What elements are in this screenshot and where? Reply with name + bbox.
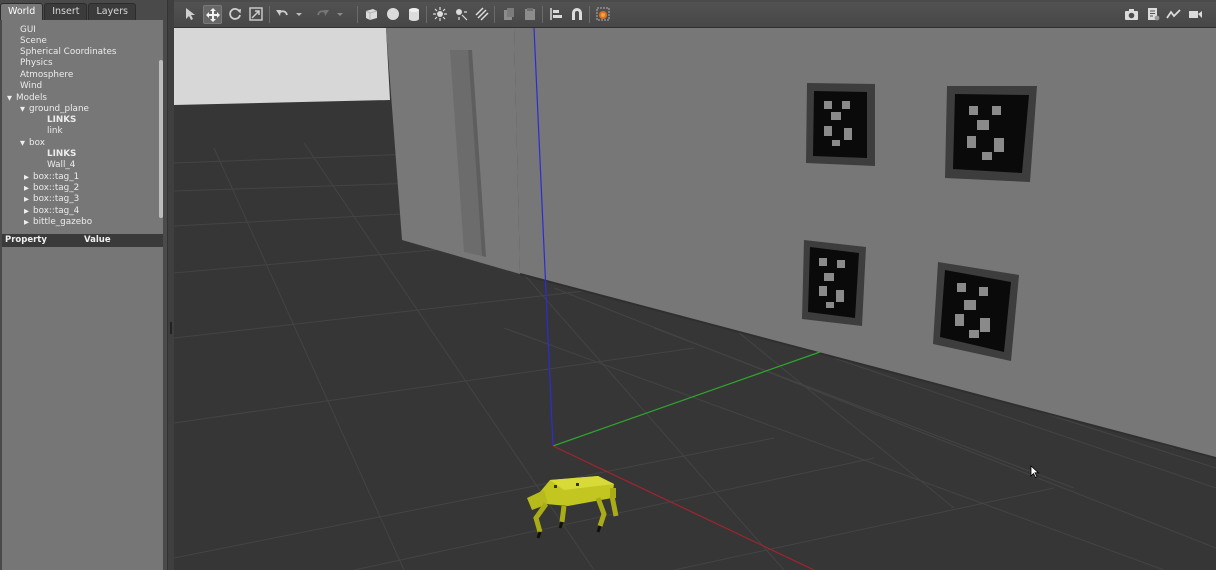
redo-dropdown-icon[interactable] [335,5,345,23]
tree-item-label: LINKS [47,115,77,125]
tree-item-label: Models [16,93,47,103]
tree-item-link[interactable]: link [47,126,63,137]
point-light-icon[interactable] [452,5,470,23]
tree-item-label: box::tag_2 [33,183,80,193]
tree-item-physics[interactable]: Physics [20,58,53,69]
tree-item-tag-3[interactable]: ▶ box::tag_3 [24,194,79,205]
log-icon[interactable] [1144,5,1162,23]
tree-item-atmosphere[interactable]: Atmosphere [20,70,73,81]
expanded-arrow-icon[interactable]: ▼ [7,93,16,104]
paste-icon[interactable] [521,5,539,23]
tree-item-spherical-coordinates[interactable]: Spherical Coordinates [20,47,117,58]
scale-icon[interactable] [247,5,265,23]
tree-item-gui[interactable]: GUI [20,25,36,36]
plot-icon[interactable] [1164,5,1182,23]
tree-item-label: Wall_4 [47,160,76,170]
sphere-shape-icon[interactable] [384,5,402,23]
sky-backdrop [174,28,390,105]
scene-viewport[interactable] [174,28,1216,570]
toolbar-separator [357,6,358,23]
panel-splitter[interactable] [167,0,174,570]
tree-item-wind[interactable]: Wind [20,81,42,92]
tree-item-tag-2[interactable]: ▶ box::tag_2 [24,183,79,194]
undo-icon[interactable] [273,5,291,23]
rotate-icon[interactable] [226,5,244,23]
tab-insert[interactable]: Insert [44,3,88,20]
tree-item-label: Atmosphere [20,70,74,80]
tree-scrollbar[interactable] [159,60,163,218]
tree-item-box[interactable]: ▼ box [20,138,45,149]
column-property[interactable]: Property [5,235,47,246]
tree-item-label: box::tag_4 [33,206,80,216]
sun-light-icon[interactable] [431,5,449,23]
apriltag-marker-4 [933,262,1019,361]
tree-item-tag-1[interactable]: ▶ box::tag_1 [24,172,79,183]
tree-item-label: box::tag_1 [33,172,80,182]
tree-item-label: Physics [20,58,53,68]
tree-item-label: GUI [20,25,36,35]
tree-item-scene[interactable]: Scene [20,36,47,47]
toolbar-separator [589,6,590,23]
box-shape-icon[interactable] [362,5,380,23]
collapsed-arrow-icon[interactable]: ▶ [24,217,33,228]
tab-layers[interactable]: Layers [88,3,136,20]
tree-item-label: bittle_gazebo [33,217,93,227]
expanded-arrow-icon[interactable]: ▼ [20,138,29,149]
tree-item-label: LINKS [47,149,77,159]
property-panel: Property Value [2,233,163,570]
mouse-cursor-icon [1030,465,1040,479]
redo-icon[interactable] [314,5,332,23]
tree-item-wall[interactable]: Wall_4 [47,160,75,171]
collapsed-arrow-icon[interactable]: ▶ [24,183,33,194]
tree-item-label: link [47,126,63,136]
column-value[interactable]: Value [84,235,111,246]
change-view-icon[interactable] [594,5,612,23]
panel-tabs: World Insert Layers [0,3,137,20]
apriltag-marker-2 [945,86,1037,182]
tree-item-links-header: LINKS [47,115,76,126]
screenshot-icon[interactable] [1122,5,1140,23]
collapsed-arrow-icon[interactable]: ▶ [24,206,33,217]
translate-icon[interactable] [203,5,222,24]
align-icon[interactable] [547,5,565,23]
tree-item-label: Spherical Coordinates [20,47,117,57]
toolbar [174,2,1216,28]
scene-render [174,28,1216,570]
collapsed-arrow-icon[interactable]: ▶ [24,172,33,183]
tree-item-ground-plane[interactable]: ▼ ground_plane [20,104,89,115]
toolbar-separator [269,6,270,23]
tree-item-label: ground_plane [29,104,89,114]
left-panel: World Insert Layers GUI Scene Spherical … [0,0,167,570]
collapsed-arrow-icon[interactable]: ▶ [24,194,33,205]
apriltag-marker-1 [806,83,875,166]
splitter-grip-icon[interactable] [170,322,172,334]
world-tree: GUI Scene Spherical Coordinates Physics … [2,20,163,233]
tree-item-models[interactable]: ▼ Models [7,93,47,104]
magnet-snap-icon[interactable] [568,5,586,23]
tree-item-label: Wind [20,81,43,91]
tree-item-label: box::tag_3 [33,194,80,204]
toolbar-separator [494,6,495,23]
directional-light-icon[interactable] [473,5,491,23]
video-icon[interactable] [1186,5,1204,23]
tree-item-tag-4[interactable]: ▶ box::tag_4 [24,206,79,217]
tree-item-links-header: LINKS [47,149,76,160]
tab-world[interactable]: World [0,3,44,20]
tree-item-bittle-gazebo[interactable]: ▶ bittle_gazebo [24,217,92,228]
toolbar-separator [542,6,543,23]
select-arrow-icon[interactable] [182,5,200,23]
undo-dropdown-icon[interactable] [294,5,304,23]
expanded-arrow-icon[interactable]: ▼ [20,104,29,115]
copy-icon[interactable] [500,5,518,23]
cylinder-shape-icon[interactable] [405,5,423,23]
tree-item-label: box [29,138,45,148]
property-table-header: Property Value [2,234,163,247]
apriltag-marker-3 [802,240,866,326]
tree-item-label: Scene [20,36,47,46]
toolbar-separator [426,6,427,23]
